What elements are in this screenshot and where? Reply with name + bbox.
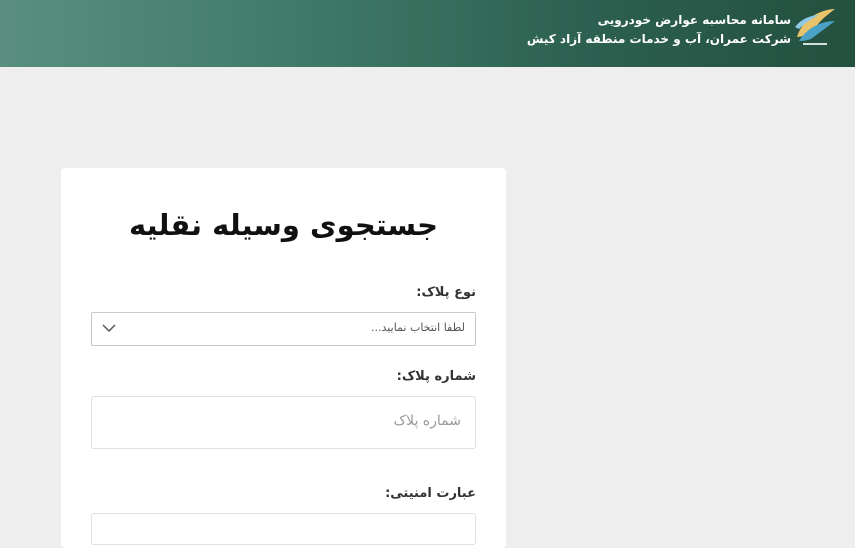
kish-company-logo-icon [795,9,835,45]
page-title: جستجوی وسیله نقلیه [129,208,438,242]
header-title: سامانه محاسبه عوارض خودرویی [597,13,791,27]
header-subtitle: شرکت عمران، آب و خدمات منطقه آزاد کیش [526,32,791,46]
captcha-label: عبارت امنیتی: [385,486,476,501]
plate-number-input[interactable]: شماره پلاک [91,396,476,449]
captcha-input[interactable] [91,513,476,545]
vehicle-search-card: جستجوی وسیله نقلیه نوع پلاک: لطفا انتخاب… [61,168,506,548]
plate-type-selected-value: لطفا انتخاب نمایید... [371,321,465,334]
plate-number-placeholder: شماره پلاک [393,413,461,429]
plate-type-select[interactable]: لطفا انتخاب نمایید... [91,312,476,346]
top-header: سامانه محاسبه عوارض خودرویی شرکت عمران، … [0,0,855,67]
plate-number-label: شماره پلاک: [396,369,476,384]
header-text-block: سامانه محاسبه عوارض خودرویی شرکت عمران، … [527,11,791,49]
plate-type-label: نوع پلاک: [416,285,476,300]
chevron-down-icon [102,324,116,333]
